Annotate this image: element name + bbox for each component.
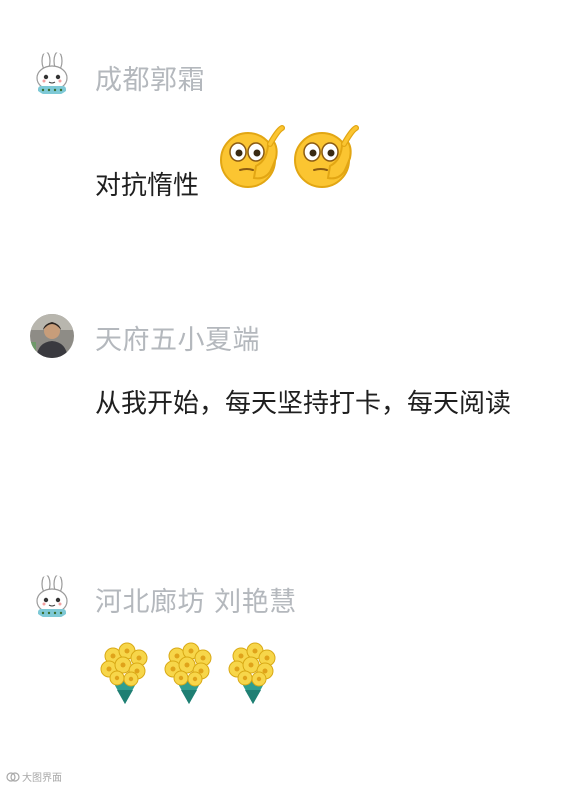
avatar[interactable] bbox=[30, 314, 74, 358]
comment-author[interactable]: 河北廊坊 刘艳慧 bbox=[95, 580, 297, 619]
comment-author[interactable]: 成都郭霜 bbox=[95, 58, 205, 97]
watermark: 大图界面 bbox=[6, 769, 62, 784]
flower-bouquet-icon bbox=[164, 642, 212, 704]
comment-text: 对抗惰性 bbox=[95, 171, 200, 201]
flower-bouquet-icon bbox=[100, 642, 148, 704]
comment-text: 从我开始，每天坚持打卡，每天阅读 bbox=[95, 389, 512, 419]
watermark-text: 大图界面 bbox=[22, 773, 62, 784]
comment-item: 河北廊坊 刘艳慧 bbox=[0, 540, 567, 740]
thinking-emoji-icon bbox=[294, 125, 359, 188]
comment-item: 天府五小夏端 从我开始，每天坚持打卡，每天阅读 bbox=[0, 280, 567, 540]
avatar[interactable] bbox=[30, 52, 74, 96]
cartoon-rabbit-icon bbox=[36, 52, 68, 94]
thinking-emoji-icon bbox=[220, 125, 285, 188]
avatar[interactable] bbox=[30, 575, 74, 619]
flower-bouquet-icon bbox=[228, 642, 276, 704]
photo-avatar-icon bbox=[30, 314, 74, 358]
emoji-group bbox=[216, 122, 360, 192]
emoji-group bbox=[95, 640, 283, 706]
cartoon-rabbit-icon bbox=[36, 575, 68, 617]
comment-item: 成都郭霜 对抗惰性 bbox=[0, 0, 567, 280]
comment-author[interactable]: 天府五小夏端 bbox=[95, 318, 260, 357]
watermark-logo-icon bbox=[6, 771, 20, 782]
